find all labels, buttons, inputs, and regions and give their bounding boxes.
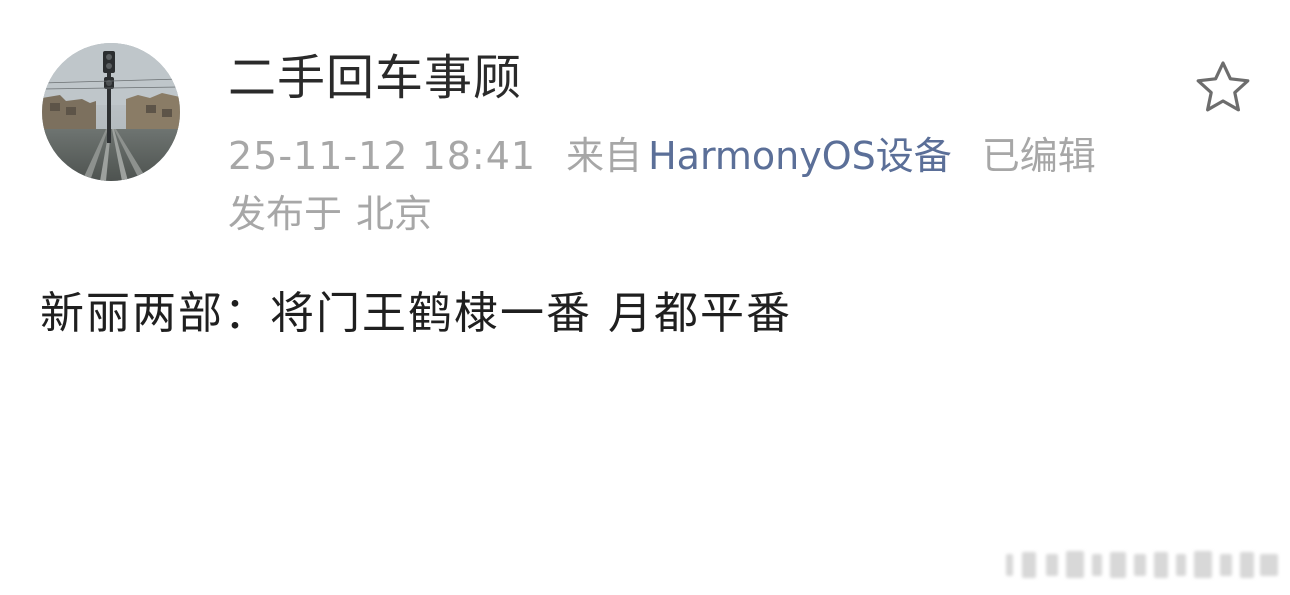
post-card: 二手回车事顾 25-11-12 18:41 来自 HarmonyOS设备 已编辑 发布…	[0, 0, 1290, 595]
avatar[interactable]	[42, 43, 180, 181]
location-prefix: 发布于	[228, 192, 343, 236]
watermark-blur-shape	[1006, 551, 1278, 578]
post-meta: 25-11-12 18:41 来自 HarmonyOS设备 已编辑	[228, 132, 1096, 180]
edited-label[interactable]: 已编辑	[982, 134, 1096, 178]
star-outline-icon	[1196, 61, 1250, 112]
author-name[interactable]: 二手回车事顾	[228, 46, 522, 110]
post-content: 新丽两部：将门王鹤棣一番 月都平番	[40, 288, 792, 339]
favorite-button[interactable]	[1192, 58, 1254, 120]
post-time: 25-11-12 18:41	[228, 134, 537, 178]
railway-avatar-icon	[42, 43, 180, 181]
source-device[interactable]: HarmonyOS设备	[648, 134, 952, 178]
source-prefix: 来自	[566, 134, 643, 178]
post-location: 发布于 北京	[228, 190, 432, 238]
location-name: 北京	[356, 192, 433, 236]
blurred-watermark	[1002, 546, 1284, 582]
